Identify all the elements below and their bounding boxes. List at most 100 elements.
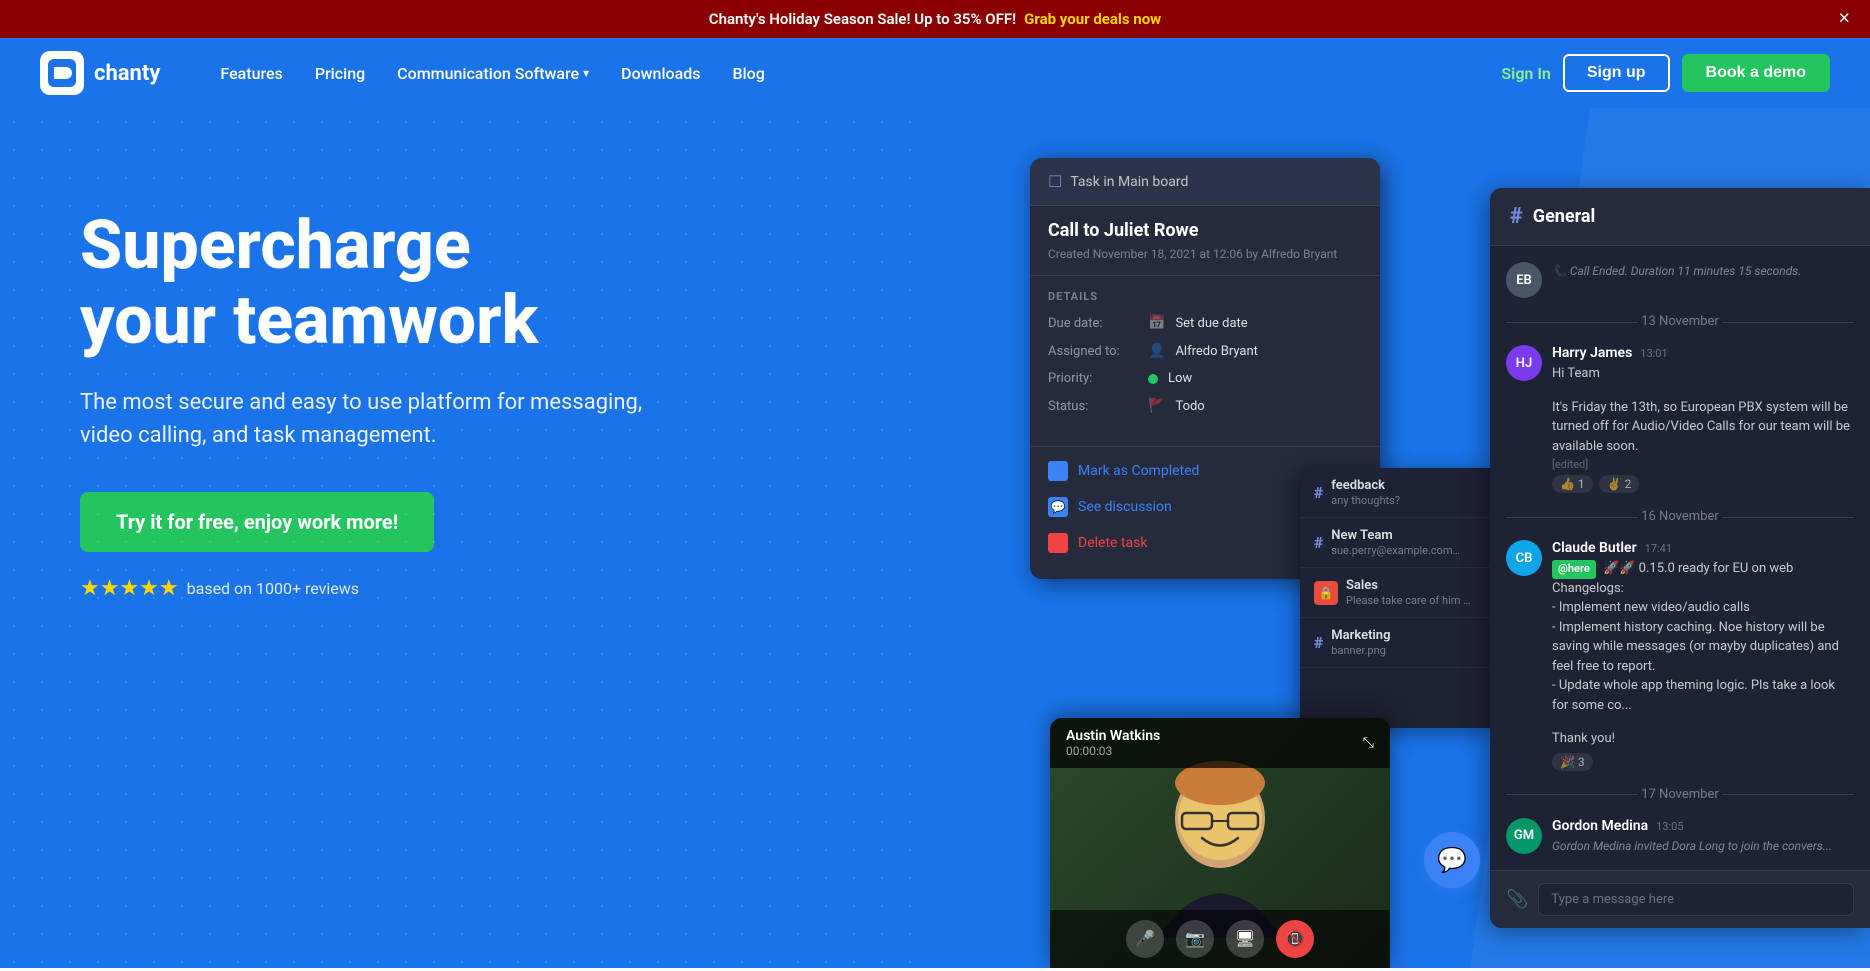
avatar-hj: HJ — [1506, 345, 1542, 381]
star-rating: ★★★★★ based on 1000+ reviews — [80, 576, 660, 601]
hash-icon-3: # — [1314, 633, 1323, 652]
expand-video-button[interactable]: ⤡ — [1363, 735, 1374, 751]
channel-preview-newteam: sue.perry@example.com reg... — [1331, 544, 1461, 557]
chat-icon: 💬 — [1048, 497, 1068, 517]
nav-links: Features Pricing Communication Software … — [220, 64, 1501, 83]
msg-author-gordon: Gordon Medina — [1552, 818, 1648, 834]
ui-showcase: ☐ Task in Main board Call to Juliet Rowe… — [1020, 128, 1870, 968]
msg-content-harry-2: It's Friday the 13th, so European PBX sy… — [1552, 398, 1854, 494]
video-screen-share-button[interactable]: 🖥 — [1226, 920, 1264, 958]
msg-text-claude-1: @here 🚀🚀 0.15.0 ready for EU on web Chan… — [1552, 559, 1854, 715]
msg-text-harry-2: It's Friday the 13th, so European PBX sy… — [1552, 398, 1854, 457]
banner-close-button[interactable]: × — [1838, 8, 1850, 31]
chat-widget-button[interactable]: 💬 — [1424, 832, 1480, 888]
msg-text-gordon: Gordon Medina invited Dora Long to join … — [1552, 837, 1854, 855]
message-claude-2: Thank you! 🎉 3 — [1506, 729, 1854, 771]
channel-item-feedback[interactable]: # feedback any thoughts? — [1300, 468, 1500, 518]
date-divider-16nov: 16 November — [1506, 509, 1854, 524]
signin-link[interactable]: Sign In — [1501, 64, 1550, 83]
msg-content-1: 📞 Call Ended. Duration 11 minutes 15 sec… — [1552, 262, 1854, 280]
assigned-value: Alfredo Bryant — [1175, 344, 1258, 359]
msg-author-harry: Harry James — [1552, 345, 1632, 361]
grab-deals-link[interactable]: Grab your deals now — [1024, 10, 1161, 28]
due-date-label: Due date: — [1048, 316, 1138, 331]
nav-pricing-link[interactable]: Pricing — [315, 64, 365, 83]
nav-features-link[interactable]: Features — [220, 64, 282, 83]
channel-name-display: General — [1533, 206, 1596, 227]
hero-cta-button[interactable]: Try it for free, enjoy work more! — [80, 492, 434, 552]
due-date-value[interactable]: Set due date — [1175, 316, 1247, 331]
lock-icon: 🔒 — [1314, 581, 1338, 605]
avatar-eb: EB — [1506, 262, 1542, 298]
channel-info-newteam: New Team sue.perry@example.com reg... — [1331, 528, 1486, 557]
channel-item-newteam[interactable]: # New Team sue.perry@example.com reg... — [1300, 518, 1500, 568]
status-row: Status: 🚩 Todo — [1048, 398, 1362, 414]
stars-icon: ★★★★★ — [80, 576, 179, 601]
msg-header-harry: Harry James 13:01 — [1552, 345, 1854, 361]
channel-hash-icon: # — [1510, 204, 1523, 229]
hero-section: Supercharge your teamwork The most secur… — [0, 108, 1870, 968]
message-claude-1: CB Claude Butler 17:41 @here 🚀🚀 0.15.0 r… — [1506, 540, 1854, 715]
book-demo-button[interactable]: Book a demo — [1682, 54, 1830, 92]
channel-item-marketing[interactable]: # Marketing banner.png — [1300, 618, 1500, 668]
msg-header-gordon: Gordon Medina 13:05 — [1552, 818, 1854, 834]
msg-time-claude: 17:41 — [1645, 542, 1672, 555]
reaction-peace[interactable]: ✌ 2 — [1599, 475, 1640, 493]
channel-info-feedback: feedback any thoughts? — [1331, 478, 1486, 507]
video-caller-info: Austin Watkins 00:00:03 — [1066, 728, 1160, 758]
msg-text-claude-2: Thank you! — [1552, 729, 1854, 749]
logo-link[interactable]: chanty — [40, 51, 160, 95]
date-divider-17nov: 17 November — [1506, 787, 1854, 802]
signup-button[interactable]: Sign up — [1563, 54, 1670, 92]
main-nav: chanty Features Pricing Communication So… — [0, 38, 1870, 108]
msg-content-harry-1: Harry James 13:01 Hi Team — [1552, 345, 1854, 384]
message-call-ended: EB 📞 Call Ended. Duration 11 minutes 15 … — [1506, 262, 1854, 298]
nav-blog-link[interactable]: Blog — [733, 64, 765, 83]
nav-downloads-link[interactable]: Downloads — [621, 64, 700, 83]
channel-name-feedback: feedback — [1331, 478, 1486, 493]
complete-icon: ✓ — [1048, 461, 1068, 481]
call-timer: 00:00:03 — [1066, 744, 1160, 758]
logo-text: chanty — [94, 61, 160, 86]
chevron-down-icon: ▾ — [583, 66, 589, 80]
priority-indicator — [1148, 374, 1158, 384]
message-gordon: GM Gordon Medina 13:05 Gordon Medina inv… — [1506, 818, 1854, 855]
channel-list-panel: # feedback any thoughts? # New Team sue.… — [1300, 468, 1500, 728]
task-card-header: ☐ Task in Main board — [1030, 158, 1380, 206]
mention-here: @here — [1552, 560, 1596, 579]
person-icon: 👤 — [1148, 343, 1165, 359]
avatar-cb: CB — [1506, 540, 1542, 576]
flag-icon: 🚩 — [1148, 398, 1165, 414]
assigned-label: Assigned to: — [1048, 344, 1138, 359]
channel-preview-sales: Please take care of him https:... — [1346, 594, 1476, 607]
status-value: Todo — [1175, 399, 1204, 414]
msg-reactions-claude: 🎉 3 — [1552, 753, 1854, 771]
reaction-party[interactable]: 🎉 3 — [1552, 753, 1593, 771]
rating-text: based on 1000+ reviews — [187, 579, 359, 598]
video-controls: 🎤 📷 🖥 📵 — [1050, 910, 1390, 968]
channel-preview-marketing: banner.png — [1331, 644, 1461, 657]
video-call-header: Austin Watkins 00:00:03 ⤡ — [1050, 718, 1390, 768]
attach-icon: 📎 — [1506, 889, 1528, 910]
video-mute-button[interactable]: 🎤 — [1126, 920, 1164, 958]
hash-icon-2: # — [1314, 533, 1323, 552]
hero-subtitle: The most secure and easy to use platform… — [80, 386, 660, 452]
msg-header-claude: Claude Butler 17:41 — [1552, 540, 1854, 556]
chat-input[interactable]: Type a message here — [1538, 883, 1854, 916]
video-camera-button[interactable]: 📷 — [1176, 920, 1214, 958]
video-end-call-button[interactable]: 📵 — [1276, 920, 1314, 958]
reaction-thumbs[interactable]: 👍 1 — [1552, 475, 1593, 493]
message-harry-1: HJ Harry James 13:01 Hi Team — [1506, 345, 1854, 384]
banner-sale-text: Chanty's Holiday Season Sale! Up to 35% … — [709, 10, 1016, 28]
msg-time-harry: 13:01 — [1640, 347, 1667, 360]
msg-reactions-harry: 👍 1 ✌ 2 — [1552, 475, 1854, 493]
calendar-icon: 📅 — [1148, 315, 1165, 331]
channel-name-marketing: Marketing — [1331, 628, 1486, 643]
task-icon: ☐ — [1048, 172, 1062, 191]
nav-comm-software-link[interactable]: Communication Software ▾ — [397, 64, 589, 83]
channel-name-newteam: New Team — [1331, 528, 1486, 543]
msg-time-gordon: 13:05 — [1656, 820, 1683, 833]
channel-name-sales: Sales — [1346, 578, 1486, 593]
msg-content-claude-1: Claude Butler 17:41 @here 🚀🚀 0.15.0 read… — [1552, 540, 1854, 715]
channel-item-sales[interactable]: 🔒 Sales Please take care of him https:..… — [1300, 568, 1500, 618]
